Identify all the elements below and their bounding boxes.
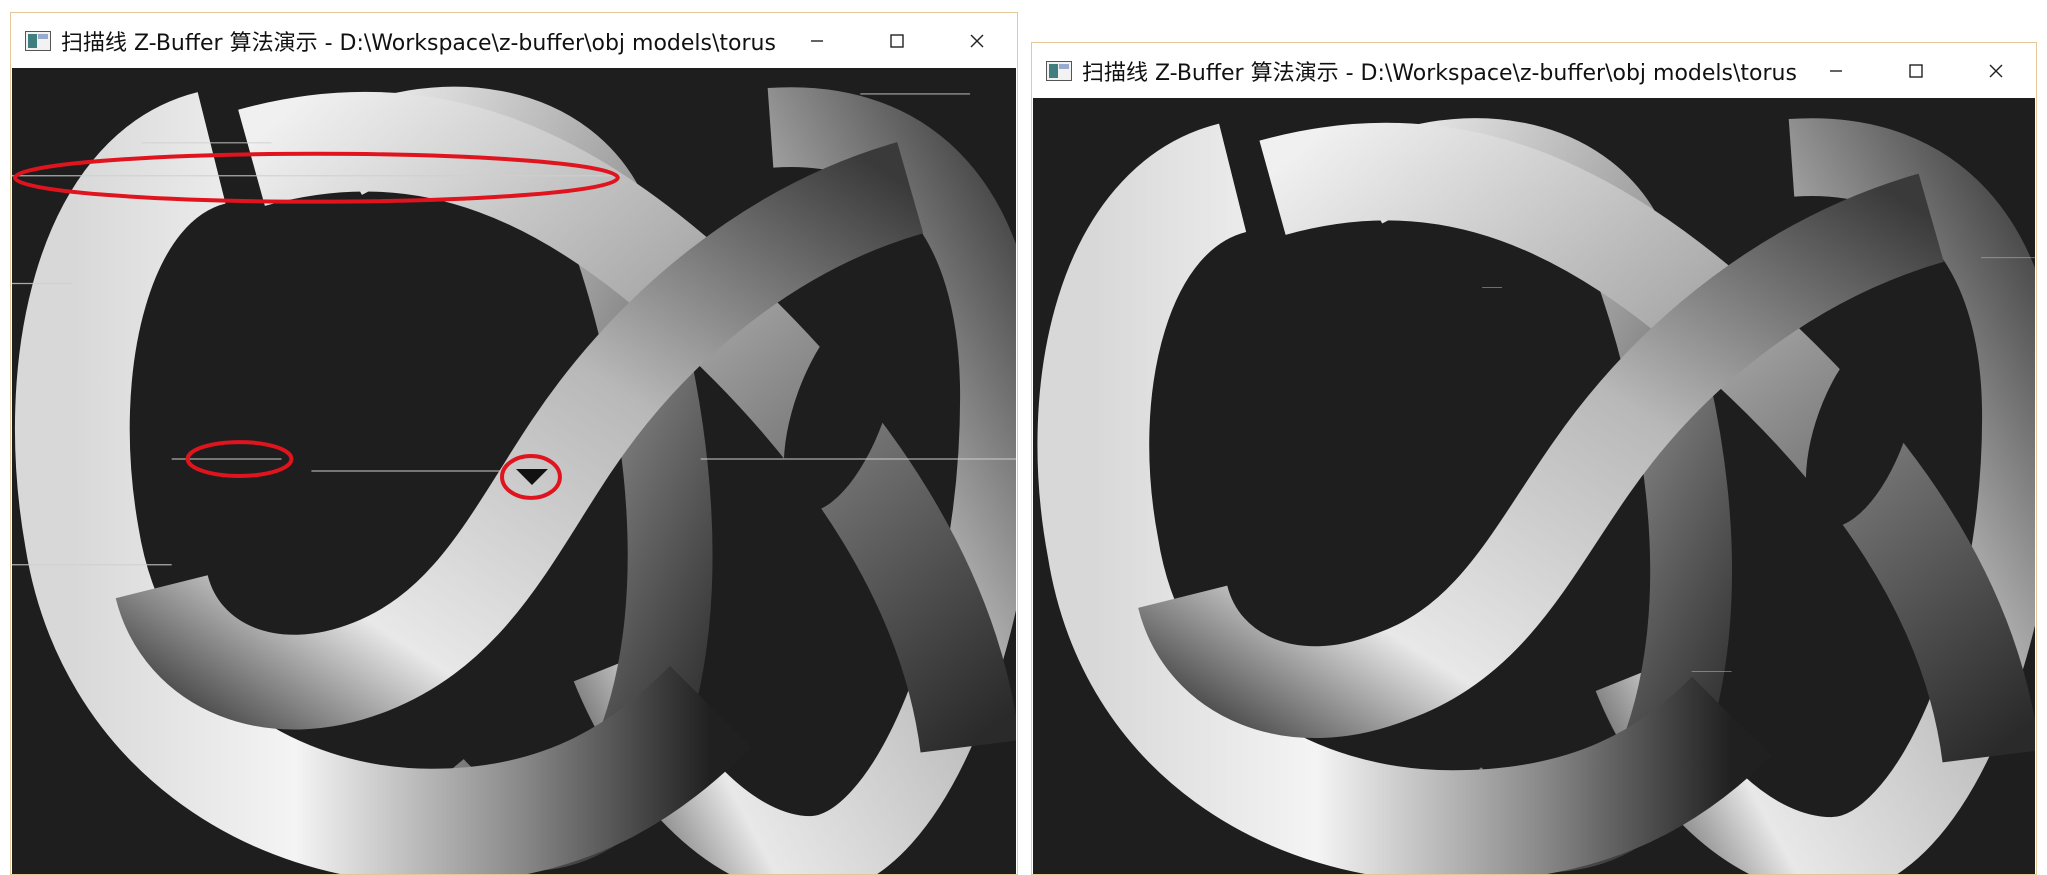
maximize-icon [1909,63,1923,78]
title-bar[interactable]: 扫描线 Z-Buffer 算法演示 - D:\Workspace\z-buffe… [1032,43,2036,98]
maximize-icon [890,33,904,48]
knot-hole [201,277,422,617]
minimize-button[interactable] [777,13,857,68]
app-window-icon [1046,60,1072,81]
title-bar[interactable]: 扫描线 Z-Buffer 算法演示 - D:\Workspace\z-buffe… [11,13,1017,68]
app-window-icon [25,30,51,51]
minimize-button[interactable] [1796,43,1876,98]
maximize-button[interactable] [857,13,937,68]
close-icon [970,34,984,47]
close-button[interactable] [1956,43,2036,98]
torus-knot-render [1037,118,2035,874]
maximize-button[interactable] [1876,43,1956,98]
knot-hole [1222,302,1443,632]
window-title: 扫描线 Z-Buffer 算法演示 - D:\Workspace\z-buffe… [61,30,777,56]
torus-knot-render [12,86,1016,874]
minimize-icon [1830,69,1842,72]
render-window-right[interactable]: 扫描线 Z-Buffer 算法演示 - D:\Workspace\z-buffe… [1031,42,2037,875]
render-window-left[interactable]: 扫描线 Z-Buffer 算法演示 - D:\Workspace\z-buffe… [10,12,1018,875]
window-title: 扫描线 Z-Buffer 算法演示 - D:\Workspace\z-buffe… [1082,60,1796,86]
render-canvas[interactable] [1033,98,2035,874]
close-icon [1989,64,2003,77]
render-canvas[interactable] [12,68,1016,874]
close-button[interactable] [937,13,1017,68]
minimize-icon [811,39,823,42]
